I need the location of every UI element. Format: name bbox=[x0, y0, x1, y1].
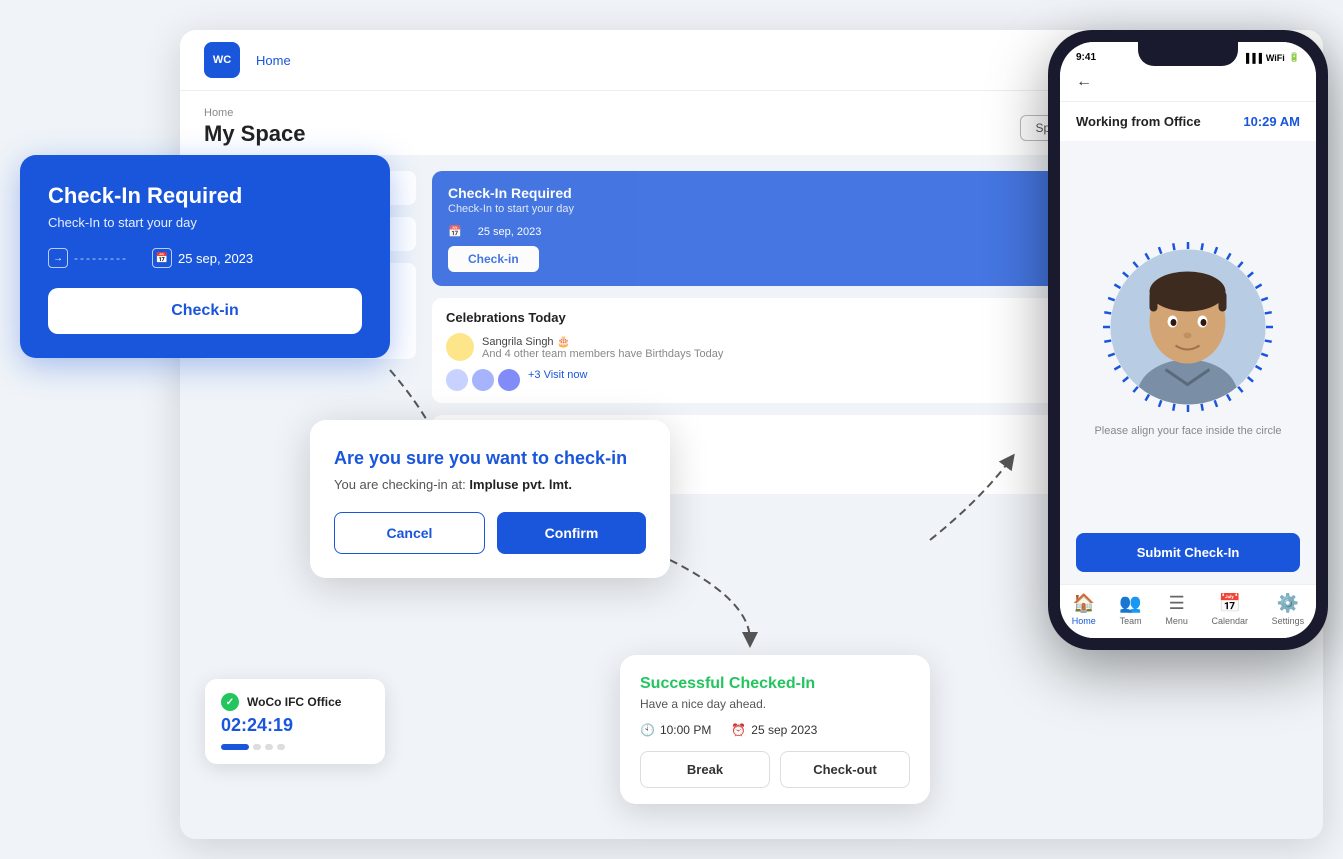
checkin-card-title: Check-In Required bbox=[48, 183, 362, 209]
app-logo: WC bbox=[204, 42, 240, 78]
clock-icon: 🕙 bbox=[640, 723, 655, 737]
celebrant-avatar bbox=[446, 333, 474, 361]
checkin-button[interactable]: Check-in bbox=[48, 288, 362, 334]
dot-2 bbox=[265, 744, 273, 750]
wifi-icon: WiFi bbox=[1266, 53, 1285, 63]
working-label: Working from Office bbox=[1076, 114, 1201, 129]
calendar-icon: 📅 bbox=[152, 248, 172, 268]
working-time: 10:29 AM bbox=[1243, 114, 1300, 129]
dots-indicator bbox=[221, 744, 369, 750]
status-icons: ▐▐▐ WiFi 🔋 bbox=[1243, 52, 1300, 63]
phone-nav-menu[interactable]: ☰ Menu bbox=[1165, 593, 1188, 626]
extra-avatar-2 bbox=[472, 369, 494, 391]
phone-screen: 9:41 ▐▐▐ WiFi 🔋 ← Working from Office 10… bbox=[1060, 42, 1316, 638]
checkout-button[interactable]: Check-out bbox=[780, 751, 910, 788]
page-breadcrumb: Home bbox=[204, 107, 306, 119]
phone-bottom-nav: 🏠 Home 👥 Team ☰ Menu 📅 Calendar ⚙️ bbox=[1060, 584, 1316, 638]
success-info-row: 🕙 10:00 PM ⏰ 25 sep 2023 bbox=[640, 723, 910, 737]
bg-date: 25 sep, 2023 bbox=[478, 226, 542, 238]
alarm-icon: ⏰ bbox=[731, 723, 746, 737]
bg-checkin-btn[interactable]: Check-in bbox=[448, 246, 539, 272]
phone-nav-home[interactable]: 🏠 Home bbox=[1072, 593, 1096, 626]
team-nav-icon: 👥 bbox=[1119, 593, 1141, 614]
breadcrumb: Home bbox=[256, 53, 291, 68]
celebrant-info: Sangrila Singh 🎂 And 4 other team member… bbox=[482, 335, 723, 360]
woco-timer: 02:24:19 bbox=[221, 715, 369, 736]
company-name: Impluse pvt. lmt. bbox=[469, 477, 572, 492]
dot-active bbox=[221, 744, 249, 750]
phone-notch bbox=[1138, 42, 1238, 66]
phone-nav-settings[interactable]: ⚙️ Settings bbox=[1272, 593, 1305, 626]
back-button[interactable]: ← bbox=[1076, 73, 1092, 91]
phone-frame: 9:41 ▐▐▐ WiFi 🔋 ← Working from Office 10… bbox=[1048, 30, 1328, 650]
phone-top-nav: ← bbox=[1060, 67, 1316, 102]
check-icon: ✓ bbox=[221, 693, 239, 711]
success-date: 25 sep 2023 bbox=[751, 723, 817, 737]
success-btn-row: Break Check-out bbox=[640, 751, 910, 788]
woco-row: ✓ WoCo IFC Office bbox=[221, 693, 369, 711]
dot-3 bbox=[277, 744, 285, 750]
extra-avatar-1 bbox=[446, 369, 468, 391]
checkin-card-subtitle: Check-In to start your day bbox=[48, 215, 362, 230]
signal-icon: ▐▐▐ bbox=[1243, 53, 1262, 63]
mobile-phone: 9:41 ▐▐▐ WiFi 🔋 ← Working from Office 10… bbox=[1048, 30, 1328, 650]
align-text: Please align your face inside the circle bbox=[1094, 425, 1281, 437]
confirm-dialog: Are you sure you want to check-in You ar… bbox=[310, 420, 670, 578]
checkin-date: 25 sep, 2023 bbox=[178, 251, 253, 266]
face-circle bbox=[1111, 250, 1266, 405]
success-title: Successful Checked-In bbox=[640, 675, 910, 693]
top-nav: Home bbox=[256, 53, 1183, 68]
visit-now-link[interactable]: +3 Visit now bbox=[528, 369, 587, 391]
face-circle-container bbox=[1098, 237, 1278, 417]
cancel-button[interactable]: Cancel bbox=[334, 512, 485, 554]
checkin-exit-icon-item: → --------- bbox=[48, 248, 128, 268]
dot-1 bbox=[253, 744, 261, 750]
break-button[interactable]: Break bbox=[640, 751, 770, 788]
woco-office-card: ✓ WoCo IFC Office 02:24:19 bbox=[205, 679, 385, 764]
calendar-nav-icon: 📅 bbox=[1219, 593, 1241, 614]
success-date-item: ⏰ 25 sep 2023 bbox=[731, 723, 817, 737]
success-time: 10:00 PM bbox=[660, 723, 711, 737]
confirm-button[interactable]: Confirm bbox=[497, 512, 646, 554]
menu-nav-icon: ☰ bbox=[1169, 593, 1185, 614]
success-time-item: 🕙 10:00 PM bbox=[640, 723, 711, 737]
dashes: --------- bbox=[74, 251, 128, 265]
phone-nav-calendar[interactable]: 📅 Calendar bbox=[1212, 593, 1249, 626]
success-subtitle: Have a nice day ahead. bbox=[640, 697, 910, 711]
calendar-icon: 📅 bbox=[448, 225, 462, 238]
battery-icon: 🔋 bbox=[1289, 52, 1300, 63]
page-title: My Space bbox=[204, 121, 306, 147]
confirm-dialog-title: Are you sure you want to check-in bbox=[334, 448, 646, 469]
phone-working-header: Working from Office 10:29 AM bbox=[1060, 102, 1316, 141]
settings-nav-icon: ⚙️ bbox=[1277, 593, 1299, 614]
checkin-required-card: Check-In Required Check-In to start your… bbox=[20, 155, 390, 358]
phone-nav-team[interactable]: 👥 Team bbox=[1119, 593, 1141, 626]
checkin-date-item: 📅 25 sep, 2023 bbox=[152, 248, 253, 268]
home-nav-icon: 🏠 bbox=[1073, 593, 1095, 614]
confirm-btn-row: Cancel Confirm bbox=[334, 512, 646, 554]
confirm-dialog-body: You are checking-in at: Impluse pvt. lmt… bbox=[334, 477, 646, 492]
exit-icon: → bbox=[48, 248, 68, 268]
success-checkedin-card: Successful Checked-In Have a nice day ah… bbox=[620, 655, 930, 804]
extra-avatar-3 bbox=[498, 369, 520, 391]
woco-location: WoCo IFC Office bbox=[247, 695, 341, 709]
face-capture-area: Please align your face inside the circle bbox=[1060, 141, 1316, 533]
checkin-info-row: → --------- 📅 25 sep, 2023 bbox=[48, 248, 362, 268]
status-time: 9:41 bbox=[1076, 52, 1096, 63]
submit-checkin-button[interactable]: Submit Check-In bbox=[1076, 533, 1300, 572]
